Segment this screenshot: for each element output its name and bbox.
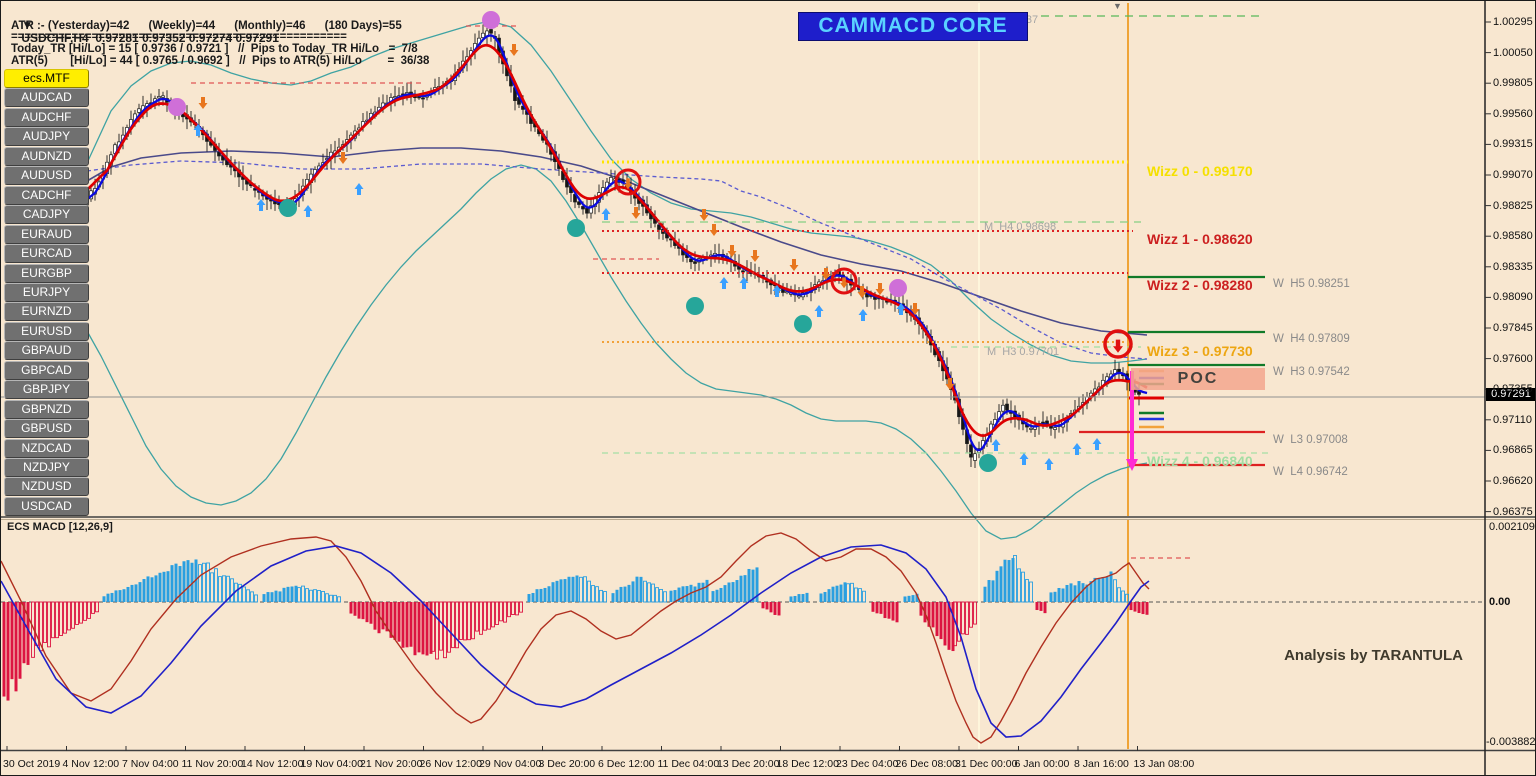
wizz4-label: Wizz 4 - 0.96840 [1147,453,1253,469]
date-axis-tick: 21 Nov 20:00 [360,758,422,770]
price-axis-tick: 0.99560 [1493,108,1533,120]
price-axis-tick: 0.98335 [1493,261,1533,273]
date-axis-tick: 14 Nov 12:00 [241,758,303,770]
macd-axis-zero: 0.00 [1489,596,1510,608]
sidebar-item-nzdjpy[interactable]: NZDJPY [4,458,89,477]
price-axis-tick: 0.99315 [1493,138,1533,150]
sidebar-item-gbpaud[interactable]: GBPAUD [4,341,89,360]
sidebar-item-eurgbp[interactable]: EURGBP [4,264,89,283]
trading-chart-window: ▼ USDCHF,H4 0.97281 0.97352 0.97274 0.97… [0,0,1536,776]
price-axis-tick: 0.96865 [1493,444,1533,456]
sidebar-item-eurnzd[interactable]: EURNZD [4,302,89,321]
weekly-l3-label: W L3 0.97008 [1273,434,1348,446]
date-axis-tick: 11 Dec 04:00 [658,758,720,770]
weekly-h3-label: W H3 0.97542 [1273,366,1350,378]
sidebar-item-audnzd[interactable]: AUDNZD [4,147,89,166]
analysis-credit: Analysis by TARANTULA [1201,647,1463,664]
sidebar-item-audcad[interactable]: AUDCAD [4,88,89,107]
price-axis-tick: 0.96375 [1493,506,1533,518]
date-axis-tick: 19 Nov 04:00 [301,758,363,770]
sidebar-item-nzdusd[interactable]: NZDUSD [4,477,89,496]
sidebar-item-cadchf[interactable]: CADCHF [4,186,89,205]
date-axis-tick: 23 Dec 04:00 [836,758,898,770]
macd-axis-top: 0.0021096 [1489,521,1536,533]
date-axis-tick: 4 Nov 12:00 [63,758,120,770]
monthly-h4-label: M H4 0.98698 [984,221,1056,233]
macd-title: ECS MACD [12,26,9] [7,521,113,533]
weekly-h4-label: W H4 0.97809 [1273,333,1350,345]
weekly-h5-label: W H5 0.98251 [1273,278,1350,290]
sidebar-item-gbpcad[interactable]: GBPCAD [4,361,89,380]
price-axis-tick: 0.97845 [1493,322,1533,334]
sidebar-item-gbpjpy[interactable]: GBPJPY [4,380,89,399]
wizz2-label: Wizz 2 - 0.98280 [1147,277,1253,293]
date-axis-tick: 29 Nov 04:00 [479,758,541,770]
date-axis-tick: 26 Dec 08:00 [896,758,958,770]
atr5-line: ATR(5) [Hi/Lo] = 44 [ 0.9765 / 0.9692 ] … [11,55,429,67]
price-axis-tick: 0.97110 [1493,414,1532,426]
price-axis-tick: 0.99805 [1493,77,1533,89]
sidebar-item-usdcad[interactable]: USDCAD [4,497,89,516]
sidebar-item-eurusd[interactable]: EURUSD [4,322,89,341]
sidebar-item-gbpusd[interactable]: GBPUSD [4,419,89,438]
weekly-l4-label: W L4 0.96742 [1273,466,1348,478]
monthly-h3-label: M H3 0.97701 [987,346,1059,358]
sidebar-item-audusd[interactable]: AUDUSD [4,166,89,185]
sidebar-item-gbpnzd[interactable]: GBPNZD [4,400,89,419]
macd-axis-bottom: -0.003882 [1486,736,1536,748]
price-axis-tick: 0.97355 [1493,383,1533,395]
wizz0-label: Wizz 0 - 0.99170 [1147,163,1253,179]
date-axis-tick: 13 Jan 08:00 [1134,758,1195,770]
wizz1-label: Wizz 1 - 0.98620 [1147,231,1253,247]
today-tr-line: Today_TR [Hi/Lo] = 15 [ 0.9736 / 0.9721 … [11,43,418,55]
sidebar-item-audjpy[interactable]: AUDJPY [4,127,89,146]
price-axis-tick: 0.98825 [1493,200,1533,212]
sidebar-item-ecs-mtf[interactable]: ecs.MTF [4,69,89,88]
price-axis-tick: 0.97600 [1493,353,1533,365]
sidebar-item-eurjpy[interactable]: EURJPY [4,283,89,302]
sidebar-item-eurcad[interactable]: EURCAD [4,244,89,263]
poc-zone: POC [1131,368,1265,390]
sidebar-item-nzdcad[interactable]: NZDCAD [4,439,89,458]
price-axis-tick: 0.98090 [1493,291,1533,303]
date-axis-tick: 30 Oct 2019 [3,758,60,770]
sidebar-item-euraud[interactable]: EURAUD [4,225,89,244]
sidebar-item-audchf[interactable]: AUDCHF [4,108,89,127]
price-axis-tick: 0.96620 [1493,475,1533,487]
date-axis-tick: 6 Jan 00:00 [1015,758,1070,770]
sidebar-item-cadjpy[interactable]: CADJPY [4,205,89,224]
price-axis-tick: 1.00295 [1493,16,1533,28]
marker-triangle-icon: ▼ [1113,1,1122,11]
date-axis-tick: 18 Dec 12:00 [777,758,839,770]
date-axis-tick: 11 Nov 20:00 [182,758,244,770]
date-axis-tick: 31 Dec 00:00 [955,758,1017,770]
price-axis-tick: 1.00050 [1493,47,1533,59]
date-axis-tick: 26 Nov 12:00 [420,758,482,770]
price-axis-tick: 0.99070 [1493,169,1533,181]
separator-line: ========================================… [11,31,347,43]
date-axis-tick: 3 Dec 20:00 [539,758,596,770]
date-axis-tick: 8 Jan 16:00 [1074,758,1129,770]
date-axis-tick: 7 Nov 04:00 [122,758,179,770]
cammacd-banner: CAMMACD CORE [798,12,1028,41]
date-axis-tick: 6 Dec 12:00 [598,758,655,770]
date-axis-tick: 13 Dec 20:00 [717,758,779,770]
price-axis-tick: 0.98580 [1493,230,1533,242]
wizz3-label: Wizz 3 - 0.97730 [1147,343,1253,359]
